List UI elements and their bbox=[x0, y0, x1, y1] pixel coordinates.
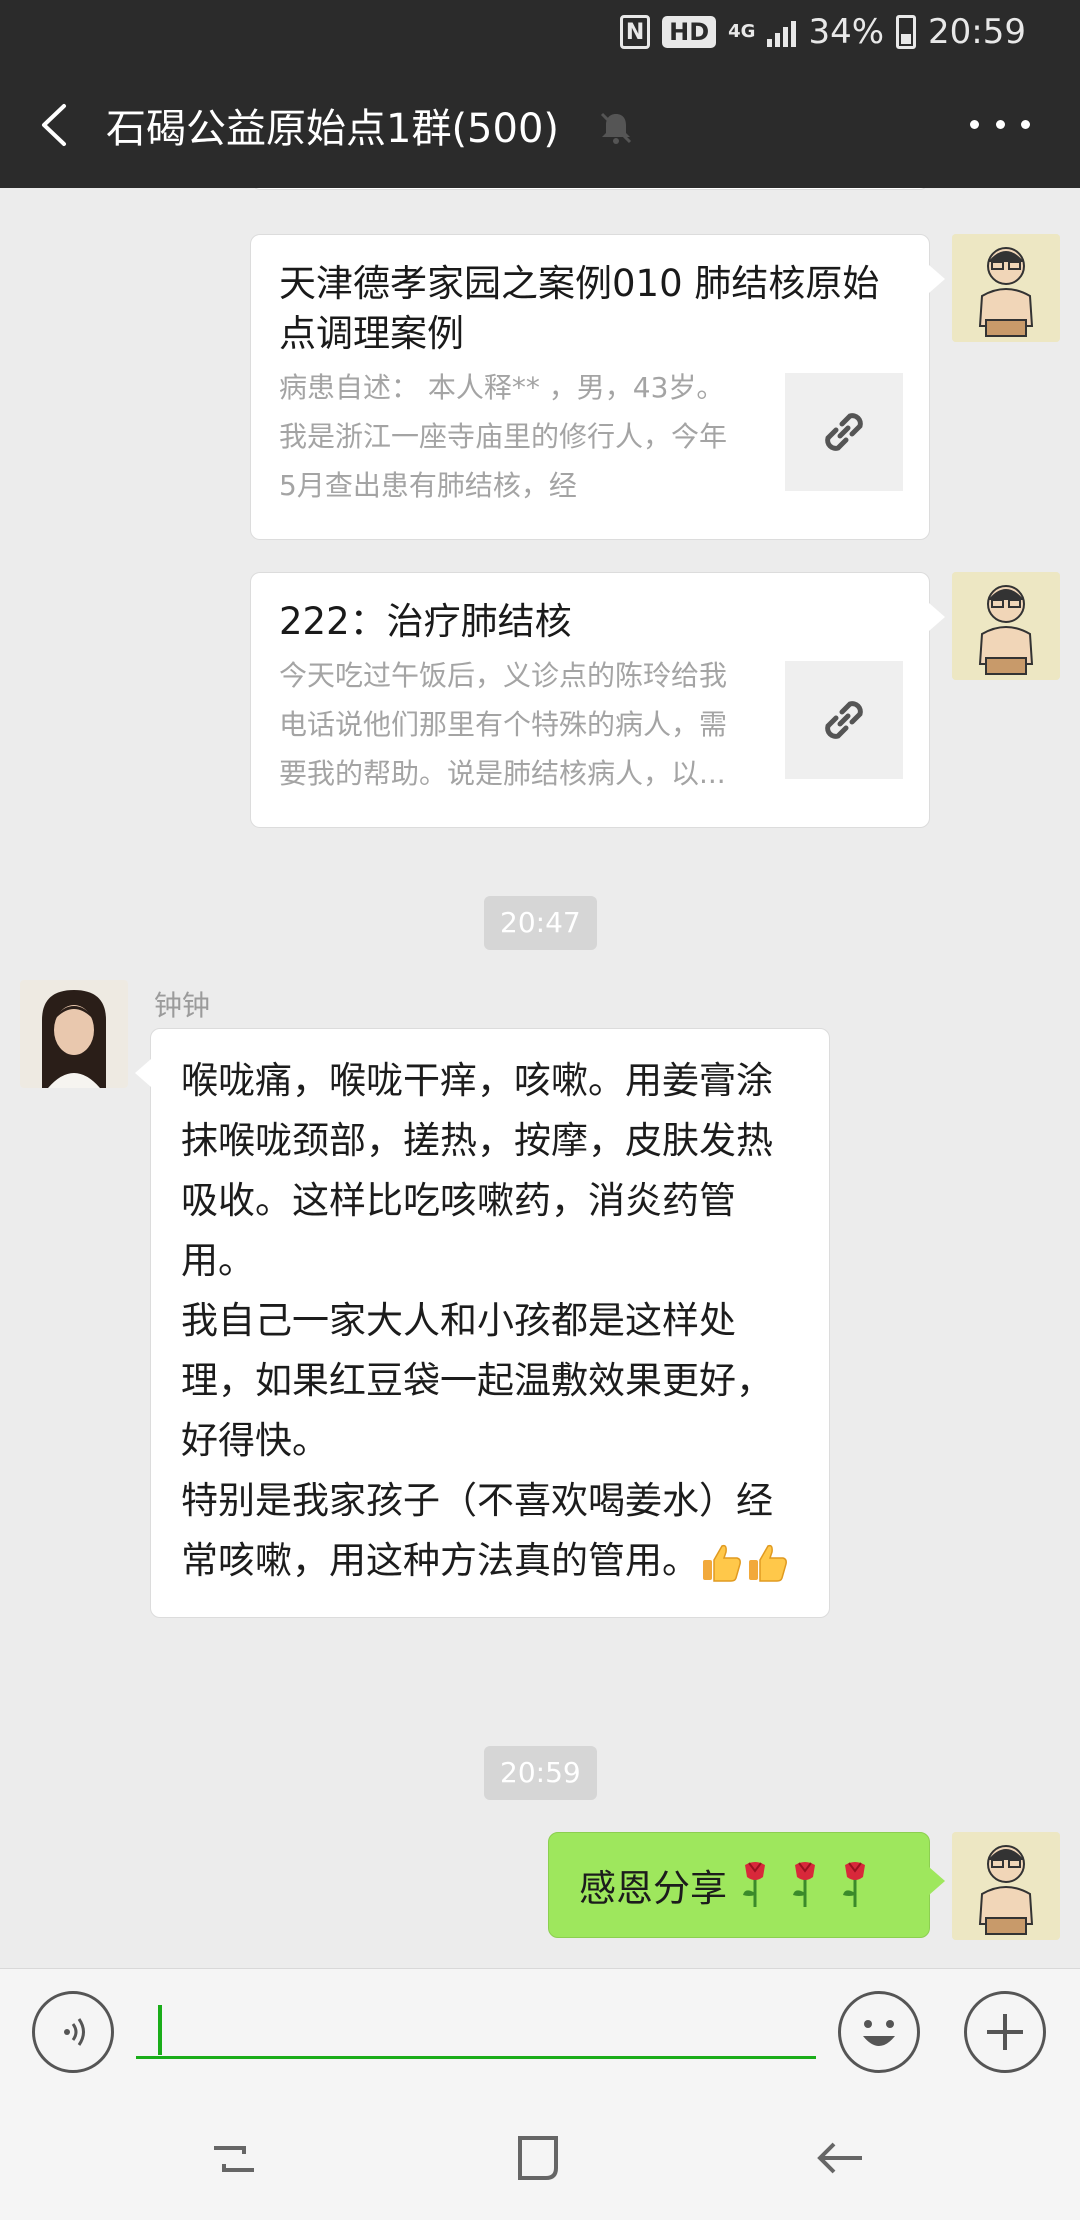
link-card-2-title: 222：治疗肺结核 bbox=[279, 600, 572, 643]
muted-bell-icon bbox=[596, 108, 636, 148]
link-card-2[interactable]: 222：治疗肺结核 今天吃过午饭后，义诊点的陈玲给我 电话说他们那里有个特殊的病… bbox=[250, 572, 945, 828]
status-bar: N HD 4G 34% 20:59 bbox=[0, 0, 1080, 62]
hd-badge: HD bbox=[662, 16, 717, 48]
signal-icon bbox=[767, 17, 797, 47]
input-bar bbox=[0, 1968, 1080, 2088]
sender-name: 钟钟 bbox=[154, 989, 211, 1022]
message-paragraph: 我自己一家大人和小孩都是这样处理，如果红豆袋一起温敷效果更好，好得快。 bbox=[181, 1299, 773, 1462]
thumbs-up-icon bbox=[745, 1540, 791, 1586]
rose-icon bbox=[733, 1857, 777, 1913]
text-caret bbox=[158, 2005, 162, 2055]
system-nav-bar bbox=[0, 2088, 1080, 2220]
network-type: 4G bbox=[728, 21, 756, 42]
message-paragraph: 喉咙痛，喉咙干痒，咳嗽。用姜膏涂抹喉咙颈部，搓热，按摩，皮肤发热吸收。这样比吃咳… bbox=[181, 1059, 773, 1282]
thumbs-up-icon bbox=[699, 1540, 745, 1586]
clock: 20:59 bbox=[928, 12, 1026, 52]
message-list[interactable]: 天津德孝家园之案例010 肺结核原始点调理案例 病患自述： 本人释** ，男，4… bbox=[0, 188, 1080, 1968]
emoji-icon[interactable] bbox=[838, 1991, 920, 2073]
link-icon bbox=[785, 661, 903, 779]
voice-icon[interactable] bbox=[32, 1991, 114, 2073]
link-icon bbox=[785, 373, 903, 491]
recent-apps-icon[interactable] bbox=[204, 2128, 264, 2188]
rose-icon bbox=[833, 1857, 877, 1913]
link-card-1[interactable]: 天津德孝家园之案例010 肺结核原始点调理案例 病患自述： 本人释** ，男，4… bbox=[250, 234, 945, 540]
battery-percent: 34% bbox=[808, 12, 885, 52]
rose-icon bbox=[783, 1857, 827, 1913]
sender-avatar[interactable] bbox=[20, 980, 128, 1088]
outgoing-message-bubble[interactable]: 感恩分享 bbox=[548, 1832, 945, 1938]
link-card-2-desc: 今天吃过午饭后，义诊点的陈玲给我 电话说他们那里有个特殊的病人，需 要我的帮助。… bbox=[279, 659, 728, 790]
back-nav-icon[interactable] bbox=[810, 2128, 870, 2188]
previous-card-edge bbox=[252, 188, 928, 190]
back-arrow-icon[interactable] bbox=[32, 100, 82, 150]
more-dots-icon[interactable] bbox=[970, 104, 1030, 144]
status-icons: N HD 4G 34% 20:59 bbox=[620, 12, 1026, 52]
battery-icon bbox=[896, 15, 917, 49]
my-avatar[interactable] bbox=[952, 1832, 1060, 1940]
nfc-icon: N bbox=[620, 15, 651, 49]
link-card-1-desc: 病患自述： 本人释** ，男，43岁。 我是浙江一座寺庙里的修行人，今年 5月查… bbox=[279, 371, 728, 502]
plus-icon[interactable] bbox=[964, 1991, 1046, 2073]
message-input[interactable] bbox=[136, 1987, 816, 2059]
chat-title: 石碣公益原始点1群(500) bbox=[106, 106, 560, 152]
timestamp: 20:59 bbox=[484, 1746, 597, 1800]
link-card-1-title: 天津德孝家园之案例010 肺结核原始点调理案例 bbox=[279, 262, 880, 355]
my-avatar[interactable] bbox=[952, 234, 1060, 342]
message-paragraph: 特别是我家孩子（不喜欢喝姜水）经常咳嗽，用这种方法真的管用。 bbox=[181, 1471, 803, 1591]
chat-header: 石碣公益原始点1群(500) bbox=[0, 62, 1080, 188]
timestamp: 20:47 bbox=[484, 896, 597, 950]
home-icon[interactable] bbox=[508, 2128, 568, 2188]
incoming-message-bubble[interactable]: 喉咙痛，喉咙干痒，咳嗽。用姜膏涂抹喉咙颈部，搓热，按摩，皮肤发热吸收。这样比吃咳… bbox=[135, 1028, 830, 1618]
my-avatar[interactable] bbox=[952, 572, 1060, 680]
outgoing-message-text: 感恩分享 bbox=[579, 1867, 727, 1910]
